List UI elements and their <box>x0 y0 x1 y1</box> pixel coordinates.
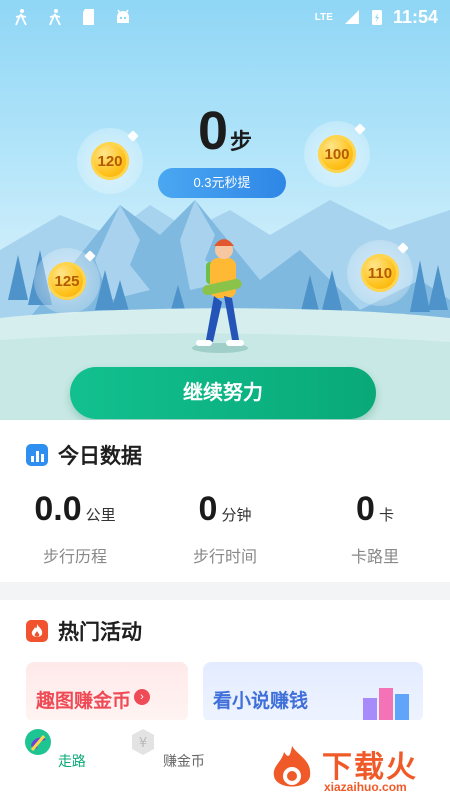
walk-icon <box>25 729 52 755</box>
metric-unit: 分钟 <box>221 507 252 524</box>
coin-yen-icon: ¥ <box>132 729 155 755</box>
status-bar: LTE 11:54 <box>0 0 450 34</box>
steps-unit: 步 <box>230 129 253 154</box>
svg-text:¥: ¥ <box>139 736 147 751</box>
metric-unit: 公里 <box>85 507 116 524</box>
walk-notification-icon <box>15 9 27 26</box>
mountain-scene <box>0 200 450 420</box>
bar-chart-icon <box>26 444 48 466</box>
metric-value: 0.0 <box>34 490 82 528</box>
nav-earn-coins[interactable]: ¥ 赚金币 <box>126 726 206 771</box>
coin-amount: 120 <box>91 142 129 180</box>
signal-icon <box>344 10 359 24</box>
clock: 11:54 <box>392 6 438 27</box>
battery-icon <box>371 10 382 25</box>
steps-value: 0 <box>197 101 229 161</box>
nav-label: 赚金币 <box>162 753 205 769</box>
metric-value: 0 <box>198 490 218 528</box>
coin-amount: 100 <box>318 135 356 173</box>
metric-duration: 0 分钟 步行时间 <box>150 490 300 567</box>
fire-logo-icon <box>273 746 311 787</box>
today-data-title: 今日数据 <box>58 445 142 468</box>
hot-activity-title: 热门活动 <box>58 621 142 644</box>
today-data-header: 今日数据 <box>26 440 142 470</box>
nav-walk[interactable]: 走路 <box>14 726 94 771</box>
watermark-url: xiazaihuo.com <box>324 780 407 794</box>
network-type: LTE <box>314 11 333 23</box>
books-icon <box>363 682 413 722</box>
activity-fun-pictures[interactable]: 趣图赚金币 › <box>26 662 188 722</box>
fire-icon <box>26 620 48 642</box>
coin-bubble[interactable]: 125 <box>34 248 100 314</box>
coin-amount: 125 <box>48 262 86 300</box>
metric-value: 0 <box>356 490 375 528</box>
coin-bubble[interactable]: 100 <box>304 121 370 187</box>
coin-bubble[interactable]: 110 <box>347 240 413 306</box>
metric-label: 步行时间 <box>192 549 257 566</box>
withdraw-pill[interactable]: 0.3元秒提 <box>158 168 286 198</box>
metric-distance: 0.0 公里 步行历程 <box>0 490 150 567</box>
metric-calories: 0卡 卡路里 <box>300 490 450 567</box>
metric-label: 步行历程 <box>42 549 107 566</box>
metric-label: 卡路里 <box>350 549 399 566</box>
coin-amount: 110 <box>361 254 399 292</box>
metric-unit: 卡 <box>378 507 394 524</box>
walk-notification-icon <box>49 9 61 26</box>
activity-label: 趣图赚金币 <box>36 691 132 712</box>
activity-novel-reading[interactable]: 看小说赚钱 <box>203 662 423 722</box>
coin-bubble[interactable]: 120 <box>77 128 143 194</box>
nav-label: 走路 <box>57 753 86 769</box>
arrow-right-icon: › <box>134 689 150 705</box>
activity-label: 看小说赚钱 <box>213 691 309 712</box>
step-counter: 0步 <box>0 100 450 162</box>
hot-activity-header: 热门活动 <box>26 616 142 646</box>
keep-going-button[interactable]: 继续努力 <box>70 367 376 419</box>
sd-card-icon <box>83 9 94 25</box>
hero-section: 0步 0.3元秒提 120 100 125 110 <box>0 0 450 420</box>
android-icon <box>117 9 129 23</box>
today-data-card: 今日数据 0.0 公里 步行历程 0 分钟 步行时间 0卡 卡路里 <box>0 420 450 582</box>
watermark-logo: 下载火 xiazaihuo.com <box>266 740 450 800</box>
